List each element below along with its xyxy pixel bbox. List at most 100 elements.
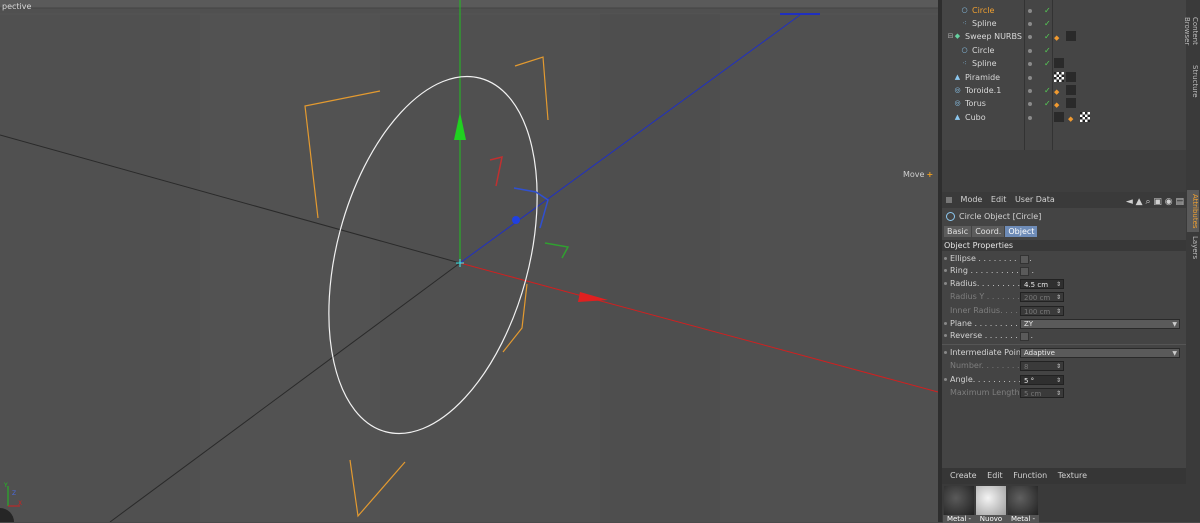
material-tag[interactable] [1066, 85, 1076, 95]
object-row-spline[interactable]: ⁖ Spline ✓ [942, 17, 1186, 30]
material-tag[interactable] [1054, 112, 1064, 122]
enabled-check-icon[interactable]: ✓ [1044, 17, 1051, 30]
enabled-check-icon[interactable]: ✓ [1044, 4, 1051, 17]
stepper-icon[interactable]: ⇕ [1056, 376, 1061, 386]
attributes-tabs: Basic Coord. Object [944, 226, 1038, 237]
material-tag[interactable] [1054, 72, 1064, 82]
angle-value: 5 ° [1024, 377, 1035, 385]
prop-label: Intermediate Points [950, 348, 1029, 357]
ring-checkbox[interactable] [1020, 267, 1029, 276]
menu-texture[interactable]: Texture [1058, 471, 1087, 480]
tag-icon[interactable]: ◆ [1068, 113, 1073, 126]
prop-maximum-length: Maximum Length. . . 5 cm ⇕ [942, 387, 1186, 399]
inner-radius-value: 100 cm [1024, 308, 1051, 316]
stepper-icon[interactable]: ⇕ [1056, 293, 1061, 303]
tab-layers[interactable]: Layers [1187, 234, 1199, 262]
spline-icon: ⁖ [962, 19, 967, 27]
object-row-sweep-nurbs[interactable]: ⊟ ◆ Sweep NURBS ✓ ◆ [942, 30, 1186, 43]
tab-structure[interactable]: Structure [1187, 64, 1199, 98]
visibility-dot[interactable] [1028, 76, 1032, 80]
radius-input[interactable]: 4.5 cm ⇕ [1020, 279, 1064, 289]
material-tag[interactable] [1080, 112, 1090, 122]
tab-content-browser[interactable]: Content Browser [1183, 2, 1199, 60]
material-swatch[interactable] [944, 486, 974, 516]
section-header: Object Properties [942, 240, 1186, 251]
tab-coord[interactable]: Coord. [972, 226, 1005, 237]
enabled-check-icon[interactable]: ✓ [1044, 84, 1051, 97]
stepper-icon[interactable]: ⇕ [1056, 389, 1061, 399]
enabled-check-icon[interactable]: ✓ [1044, 30, 1051, 43]
material-tag[interactable] [1066, 31, 1076, 41]
menu-create[interactable]: Create [950, 471, 977, 480]
visibility-dot[interactable] [1028, 49, 1032, 53]
visibility-dot[interactable] [1028, 9, 1032, 13]
inner-radius-input[interactable]: 100 cm ⇕ [1020, 306, 1064, 316]
material-tag[interactable] [1066, 98, 1076, 108]
visibility-dot[interactable] [1028, 35, 1032, 39]
visibility-dot[interactable] [1028, 116, 1032, 120]
settings-icon[interactable]: ◉ [1165, 197, 1173, 207]
search-icon[interactable]: ⌕ [1145, 197, 1150, 207]
object-row-cubo[interactable]: ▲ Cubo ◆ [942, 111, 1186, 124]
reverse-checkbox[interactable] [1020, 332, 1029, 341]
cube-icon: ▲ [954, 113, 961, 121]
radius-y-input[interactable]: 200 cm ⇕ [1020, 292, 1064, 302]
new-panel-icon[interactable]: ▤ [1175, 197, 1184, 207]
tab-basic[interactable]: Basic [944, 226, 972, 237]
visibility-dot[interactable] [1028, 89, 1032, 93]
object-name: Circle [972, 46, 995, 55]
lock-icon[interactable]: ▣ [1153, 197, 1162, 207]
stepper-icon[interactable]: ⇕ [1056, 362, 1061, 372]
object-row-toroide[interactable]: ◎ Toroide.1 ✓ ◆ [942, 84, 1186, 97]
object-row-circle[interactable]: ○ Circle ✓ [942, 4, 1186, 17]
grip-icon[interactable] [946, 196, 952, 203]
tab-object[interactable]: Object [1005, 226, 1038, 237]
enabled-check-icon[interactable]: ✓ [1044, 57, 1051, 70]
maximum-length-value: 5 cm [1024, 390, 1042, 398]
back-arrow-icon[interactable]: ◄ [1126, 197, 1133, 207]
enabled-check-icon[interactable]: ✓ [1044, 97, 1051, 110]
mini-axis-y-label: Y [4, 482, 8, 489]
spline-icon: ⁖ [962, 59, 967, 67]
plane-value: ZY [1024, 320, 1034, 328]
stepper-icon[interactable]: ⇕ [1056, 280, 1061, 290]
ellipse-checkbox[interactable] [1020, 255, 1029, 264]
material-tag[interactable] [1066, 72, 1076, 82]
visibility-dot[interactable] [1028, 62, 1032, 66]
menu-function[interactable]: Function [1013, 471, 1047, 480]
right-panels: ○ Circle ✓ ⁖ Spline ✓ ⊟ ◆ Sweep NURBS ✓ … [942, 0, 1200, 523]
mini-axis-x-label: X [18, 500, 23, 507]
object-row-torus[interactable]: ◎ Torus ✓ ◆ [942, 97, 1186, 110]
tab-attributes[interactable]: Attributes [1187, 190, 1199, 232]
up-arrow-icon[interactable]: ▲ [1136, 197, 1143, 207]
object-row-piramide[interactable]: ▲ Piramide [942, 71, 1186, 84]
move-plus-icon: + [926, 170, 934, 179]
object-row-circle-2[interactable]: ○ Circle ✓ [942, 44, 1186, 57]
intermediate-points-select[interactable]: Adaptive ▼ [1020, 348, 1180, 358]
3d-viewport[interactable]: pective Move + Y X Z [0, 0, 938, 522]
maximum-length-input[interactable]: 5 cm ⇕ [1020, 388, 1064, 398]
visibility-dot[interactable] [1028, 22, 1032, 26]
attributes-toolbar: ◄ ▲ ⌕ ▣ ◉ ▤ [1126, 194, 1184, 210]
material-swatch[interactable] [976, 486, 1006, 516]
object-row-spline-2[interactable]: ⁖ Spline ✓ [942, 57, 1186, 70]
material-manager: Create Edit Function Texture Metal - Nuo… [942, 468, 1186, 523]
angle-input[interactable]: 5 ° ⇕ [1020, 375, 1064, 385]
stepper-icon[interactable]: ⇕ [1056, 307, 1061, 317]
object-title: Circle Object [Circle] [959, 212, 1042, 221]
menu-edit[interactable]: Edit [991, 195, 1007, 204]
collapse-icon[interactable]: ⊟ [947, 33, 954, 40]
enabled-check-icon[interactable]: ✓ [1044, 44, 1051, 57]
viewport-scene[interactable] [0, 0, 938, 522]
menu-mode[interactable]: Mode [961, 195, 983, 204]
visibility-dot[interactable] [1028, 102, 1032, 106]
menu-edit[interactable]: Edit [987, 471, 1003, 480]
move-tool-label: Move [903, 170, 925, 179]
material-tag[interactable] [1054, 58, 1064, 68]
number-input[interactable]: 8 ⇕ [1020, 361, 1064, 371]
circle-icon [946, 212, 955, 221]
material-swatch[interactable] [1008, 486, 1038, 516]
menu-user-data[interactable]: User Data [1015, 195, 1055, 204]
plane-select[interactable]: ZY ▼ [1020, 319, 1180, 329]
prop-label: Radius Y . . . . . . . . . [950, 292, 1031, 301]
